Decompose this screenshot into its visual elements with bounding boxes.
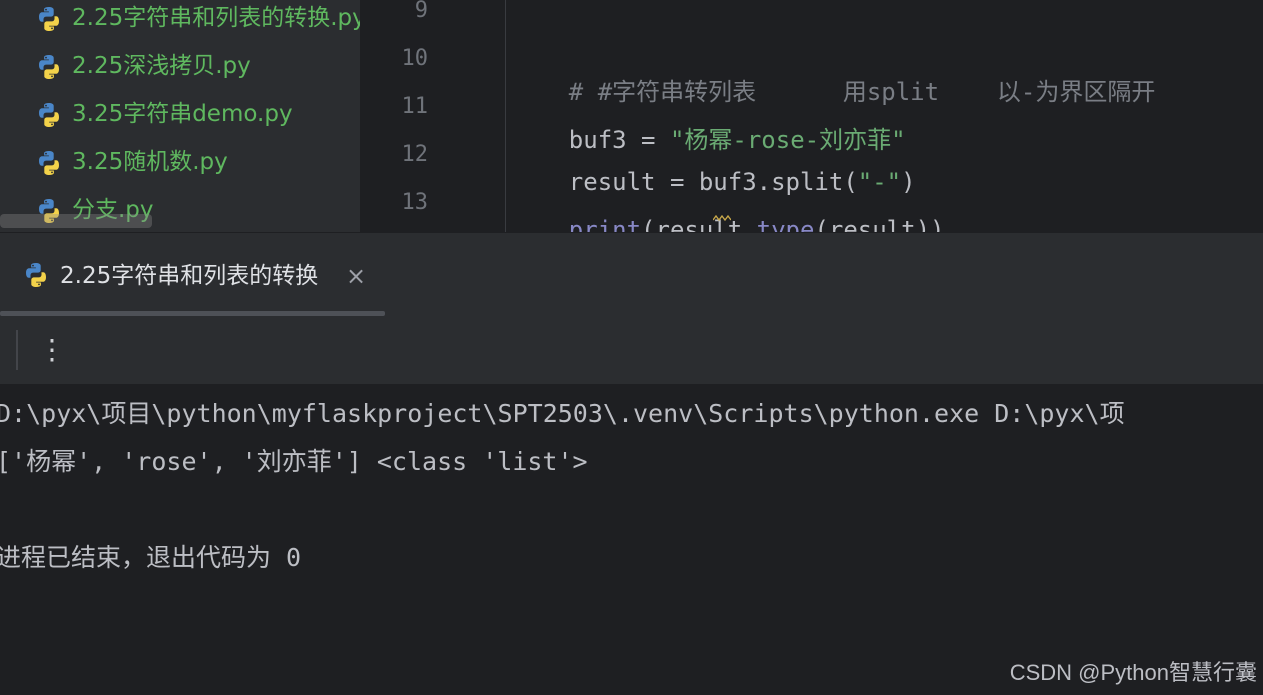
tree-item-file[interactable]: 2.25字符串和列表的转换.py [0,0,360,36]
line-number: 13 [401,190,429,215]
ide-window: 2.25字符串和列表的转换.py 2.25深浅拷贝.py 3.25字符串demo… [0,0,1263,695]
tree-item-label: 2.25字符串和列表的转换.py [72,5,360,31]
python-file-icon [39,103,59,127]
line-number: 9 [414,0,428,23]
console-line: ['杨幂', 'rose', '刘亦菲'] <class 'list'> [0,447,588,476]
watermark: CSDN @Python智慧行囊 [1009,660,1257,685]
tree-item-file[interactable]: 3.25字符串demo.py [0,96,360,132]
run-panel-header: 2.25字符串和列表的转换 × [0,232,1263,317]
run-toolbar: ⋮ [0,316,1263,384]
project-tree: 2.25字符串和列表的转换.py 2.25深浅拷贝.py 3.25字符串demo… [0,0,360,232]
console-line: 进程已结束，退出代码为 0 [0,543,302,572]
python-file-icon [39,55,59,79]
warning-squiggle-icon [713,214,731,222]
console-output[interactable]: D:\pyx\项目\python\myflaskproject\SPT2503\… [0,384,1263,695]
horizontal-scrollbar[interactable] [0,214,152,228]
more-options-icon[interactable]: ⋮ [38,332,66,368]
tree-item-file[interactable]: 2.25深浅拷贝.py [0,48,360,84]
gutter-divider [505,0,506,232]
line-number: 11 [401,94,429,119]
tree-item-file[interactable]: 3.25随机数.py [0,144,360,180]
toolbar-separator [16,330,18,370]
line-number: 10 [401,46,429,71]
run-tab-label: 2.25字符串和列表的转换 [60,263,319,289]
line-number: 12 [401,142,429,167]
console-line: D:\pyx\项目\python\myflaskproject\SPT2503\… [0,399,1125,428]
close-icon[interactable]: × [343,263,369,289]
python-file-icon [39,151,59,175]
tree-item-label: 3.25字符串demo.py [72,101,293,127]
python-file-icon [26,263,46,287]
run-tab[interactable]: 2.25字符串和列表的转换 × [0,233,385,317]
tree-item-label: 2.25深浅拷贝.py [72,53,251,79]
python-file-icon [39,7,59,31]
tree-item-label: 3.25随机数.py [72,149,228,175]
